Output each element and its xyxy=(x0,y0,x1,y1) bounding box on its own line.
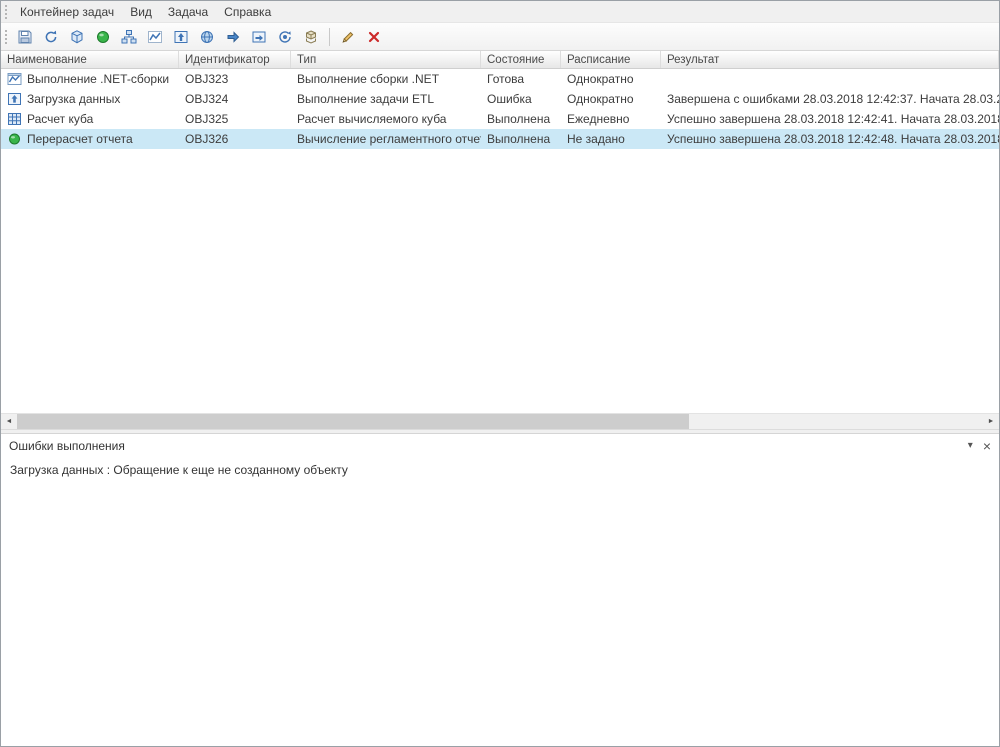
globe-button[interactable] xyxy=(194,25,220,49)
task-state: Ошибка xyxy=(481,89,561,109)
refresh-button[interactable] xyxy=(38,25,64,49)
task-schedule: Однократно xyxy=(561,89,661,109)
menu-help[interactable]: Справка xyxy=(216,3,279,21)
task-schedule: Ежедневно xyxy=(561,109,661,129)
delete-icon xyxy=(366,29,382,45)
table-empty-area xyxy=(1,149,999,413)
hierarchy-button[interactable] xyxy=(116,25,142,49)
table-row[interactable]: Загрузка данных OBJ324 Выполнение задачи… xyxy=(1,89,999,109)
task-id: OBJ325 xyxy=(179,109,291,129)
chart-button[interactable] xyxy=(142,25,168,49)
column-header-id[interactable]: Идентификатор xyxy=(179,51,291,68)
task-name: Перерасчет отчета xyxy=(27,132,133,146)
refresh-icon xyxy=(43,29,59,45)
export-icon xyxy=(173,29,189,45)
column-header-type[interactable]: Тип xyxy=(291,51,481,68)
run-button[interactable] xyxy=(220,25,246,49)
task-state: Выполнена xyxy=(481,129,561,149)
menu-grip[interactable] xyxy=(5,5,7,19)
start-button[interactable] xyxy=(90,25,116,49)
run-icon xyxy=(225,29,241,45)
panel-close-icon[interactable]: × xyxy=(983,439,991,453)
edit-icon xyxy=(340,29,356,45)
scroll-right-arrow[interactable]: ► xyxy=(983,414,999,429)
task-type: Вычисление регламентного отчета xyxy=(291,129,481,149)
menu-bar: Контейнер задач Вид Задача Справка xyxy=(1,1,999,22)
task-type: Выполнение задачи ETL xyxy=(291,89,481,109)
save-icon xyxy=(17,29,33,45)
task-name: Выполнение .NET-сборки xyxy=(27,72,169,86)
task-id: OBJ324 xyxy=(179,89,291,109)
task-id: OBJ323 xyxy=(179,69,291,89)
menu-view[interactable]: Вид xyxy=(122,3,160,21)
toolbar xyxy=(1,22,999,51)
column-header-name[interactable]: Наименование xyxy=(1,51,179,68)
task-name: Загрузка данных xyxy=(27,92,120,106)
task-name: Расчет куба xyxy=(27,112,93,126)
table-header: Наименование Идентификатор Тип Состояние… xyxy=(1,51,999,69)
column-header-schedule[interactable]: Расписание xyxy=(561,51,661,68)
column-header-result[interactable]: Результат xyxy=(661,51,999,68)
errors-panel: Ошибки выполнения ▾ × Загрузка данных : … xyxy=(1,434,999,746)
scroll-left-arrow[interactable]: ◄ xyxy=(1,414,17,429)
delete-button[interactable] xyxy=(361,25,387,49)
task-state: Выполнена xyxy=(481,109,561,129)
cube-button[interactable] xyxy=(64,25,90,49)
menu-task[interactable]: Задача xyxy=(160,3,216,21)
hierarchy-icon xyxy=(121,29,137,45)
menu-task-container[interactable]: Контейнер задач xyxy=(12,3,122,21)
task-type: Выполнение сборки .NET xyxy=(291,69,481,89)
edit-button[interactable] xyxy=(335,25,361,49)
scrollbar-track[interactable] xyxy=(689,414,983,429)
package-button[interactable] xyxy=(298,25,324,49)
net-assembly-icon xyxy=(7,72,23,86)
task-schedule: Однократно xyxy=(561,69,661,89)
import-icon xyxy=(251,29,267,45)
task-state: Готова xyxy=(481,69,561,89)
cube-calc-icon xyxy=(7,112,23,126)
task-result: Завершена с ошибками 28.03.2018 12:42:37… xyxy=(661,89,999,109)
toolbar-separator xyxy=(329,28,330,46)
save-button[interactable] xyxy=(12,25,38,49)
panel-collapse-icon[interactable]: ▾ xyxy=(968,441,973,451)
task-result: Успешно завершена 28.03.2018 12:42:41. Н… xyxy=(661,109,999,129)
task-result: Успешно завершена 28.03.2018 12:42:48. Н… xyxy=(661,129,999,149)
import-button[interactable] xyxy=(246,25,272,49)
task-schedule: Не задано xyxy=(561,129,661,149)
globe-icon xyxy=(199,29,215,45)
export-button[interactable] xyxy=(168,25,194,49)
horizontal-scrollbar: ◄ ► xyxy=(1,413,999,429)
sync-button[interactable] xyxy=(272,25,298,49)
column-header-state[interactable]: Состояние xyxy=(481,51,561,68)
app-window: Контейнер задач Вид Задача Справка xyxy=(0,0,1000,747)
errors-panel-header: Ошибки выполнения ▾ × xyxy=(1,434,999,458)
table-row[interactable]: Выполнение .NET-сборки OBJ323 Выполнение… xyxy=(1,69,999,89)
task-result xyxy=(661,69,999,89)
report-recalc-icon xyxy=(7,132,23,146)
task-id: OBJ326 xyxy=(179,129,291,149)
etl-upload-icon xyxy=(7,92,23,106)
package-icon xyxy=(303,29,319,45)
table-row-selected[interactable]: Перерасчет отчета OBJ326 Вычисление регл… xyxy=(1,129,999,149)
cube-icon xyxy=(69,29,85,45)
toolbar-grip[interactable] xyxy=(5,30,7,44)
task-type: Расчет вычисляемого куба xyxy=(291,109,481,129)
start-icon xyxy=(95,29,111,45)
scrollbar-thumb[interactable] xyxy=(17,414,689,429)
error-message: Загрузка данных : Обращение к еще не соз… xyxy=(1,458,999,746)
sync-icon xyxy=(277,29,293,45)
table-row[interactable]: Расчет куба OBJ325 Расчет вычисляемого к… xyxy=(1,109,999,129)
chart-icon xyxy=(147,29,163,45)
errors-panel-title: Ошибки выполнения xyxy=(9,439,125,453)
